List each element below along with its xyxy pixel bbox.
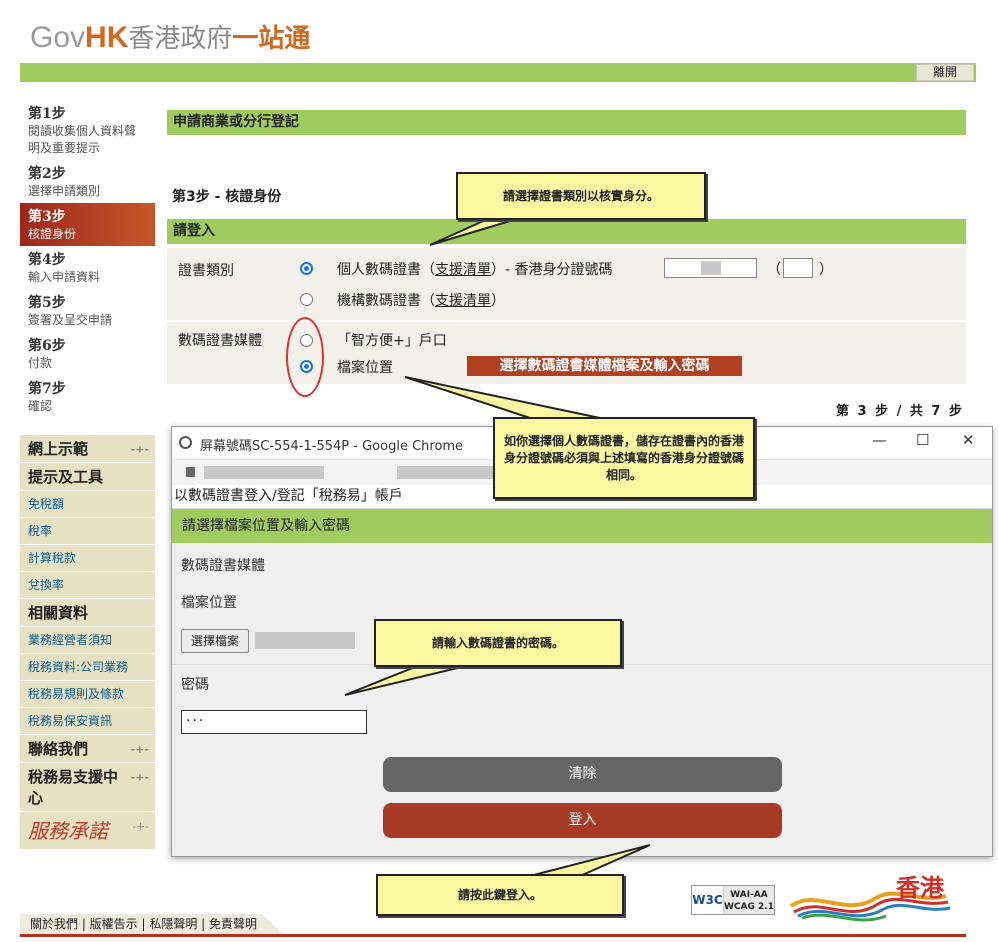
w3c-logo: W3C xyxy=(692,886,724,914)
pointer-c3 xyxy=(344,664,471,696)
footer-line xyxy=(20,934,966,937)
callout-select-cert: 請選擇證書類別以核實身分。 xyxy=(456,172,706,220)
wcag-line1: WAI-AA xyxy=(730,890,768,900)
pointer-c1 xyxy=(429,217,521,246)
brand-hk-logo[interactable]: 香港 xyxy=(786,868,956,922)
callout-login: 請按此鍵登入。 xyxy=(376,874,624,916)
callout-password: 請輸入數碼證書的密碼。 xyxy=(374,619,622,667)
wcag-badge[interactable]: W3C WAI-AA WCAG 2.1 xyxy=(691,885,775,915)
wcag-line2: WCAG 2.1 xyxy=(724,902,774,912)
footer-links[interactable]: 關於我們 | 版權告示 | 私隱聲明 | 免責聲明 xyxy=(20,914,284,934)
pointer-c2 xyxy=(404,376,601,419)
wcag-text: WAI-AA WCAG 2.1 xyxy=(724,886,774,914)
brand-hk-text: 香港 xyxy=(896,874,944,902)
callout-hkid-note: 如你選擇個人數碼證書，儲存在證書內的香港身分證號碼必須與上述填寫的香港身分證號碼… xyxy=(493,417,755,499)
pointer-c4 xyxy=(529,844,651,877)
